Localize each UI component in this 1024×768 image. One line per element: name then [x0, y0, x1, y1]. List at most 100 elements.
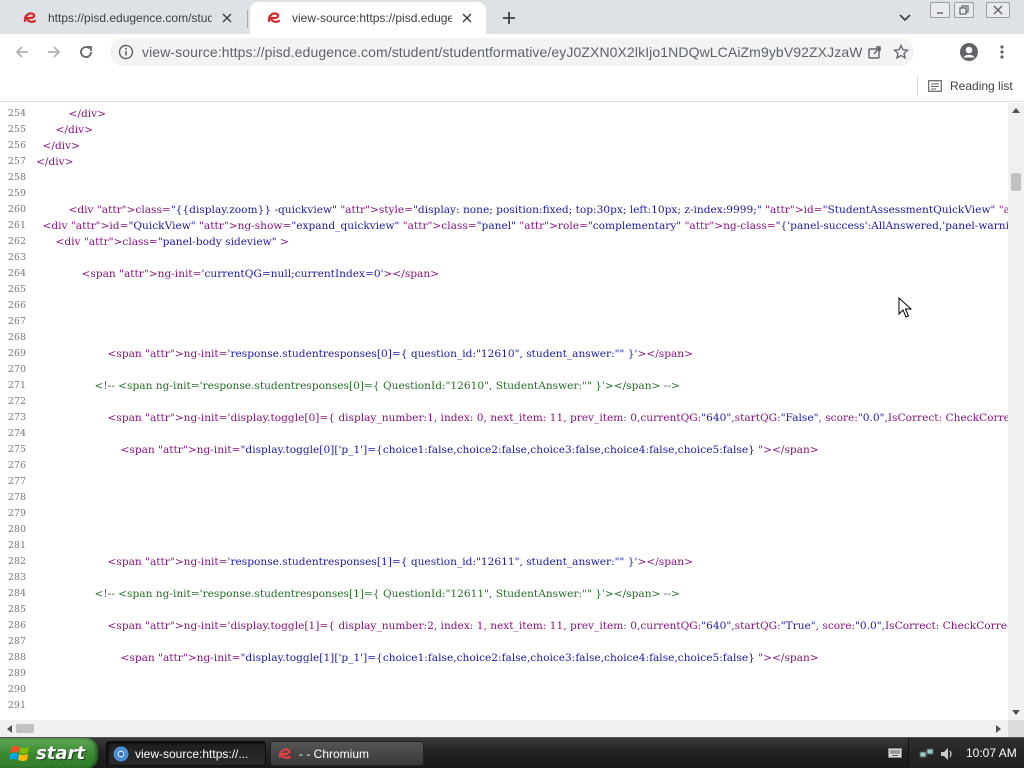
back-button[interactable]	[8, 38, 36, 66]
source-line: 254 </div>	[0, 106, 1008, 122]
line-number: 274	[7, 428, 26, 439]
source-line: 269 <span "attr">ng-init='response.studen…	[0, 346, 1008, 362]
scroll-right-icon[interactable]	[992, 720, 1006, 737]
source-line: 264 <span "attr">ng-init='currentQG=null;…	[0, 266, 1008, 282]
line-number: 271	[7, 380, 26, 391]
start-button[interactable]: start	[0, 738, 98, 768]
reload-icon	[80, 46, 92, 58]
scroll-down-icon[interactable]	[1008, 706, 1024, 720]
source-line: 268	[0, 330, 1008, 346]
source-line: 287	[0, 634, 1008, 650]
line-number: 291	[7, 700, 26, 711]
source-line: 277	[0, 474, 1008, 490]
close-window-button[interactable]	[986, 2, 1010, 18]
source-comment: <!-- <span ng-init='response.studentresp…	[94, 380, 680, 392]
taskbar-item-chromium[interactable]: - - Chromium	[270, 741, 424, 766]
reading-list-button[interactable]: Reading list	[928, 75, 1013, 97]
tab-close-icon[interactable]	[218, 9, 236, 27]
source-view[interactable]: 254 </div> 255 </div> 256 </div> 257 </div> 258 2…	[0, 103, 1008, 720]
source-code: </div>	[42, 140, 80, 152]
info-icon[interactable]	[118, 44, 134, 60]
reading-list-icon	[928, 80, 942, 92]
source-line: 288 <span "attr">ng-init="display.toggle[…	[0, 650, 1008, 666]
source-line: 283	[0, 570, 1008, 586]
source-code: <span "attr">ng-init='response.studentre…	[107, 348, 694, 360]
chevron-down-icon	[899, 14, 911, 22]
source-line: 258	[0, 170, 1008, 186]
line-number: 272	[7, 396, 26, 407]
tab-student-page[interactable]: https://pisd.edugence.com/student/	[6, 2, 246, 34]
taskbar-item-view-source[interactable]: view-source:https://...	[106, 741, 266, 766]
line-number: 287	[7, 636, 26, 647]
source-line: 266	[0, 298, 1008, 314]
source-line: 256 </div>	[0, 138, 1008, 154]
line-number: 285	[7, 604, 26, 615]
line-number: 277	[7, 476, 26, 487]
profile-avatar-icon	[960, 43, 978, 61]
source-line: 286 <span "attr">ng-init='display.toggle[…	[0, 618, 1008, 634]
source-line: 276	[0, 458, 1008, 474]
line-number: 262	[7, 236, 26, 247]
scroll-up-icon[interactable]	[1008, 103, 1024, 117]
source-line: 260 <div "attr">class="{{display.zoom}} -…	[0, 202, 1008, 218]
plus-icon	[503, 12, 515, 24]
minimize-button[interactable]	[930, 2, 950, 18]
source-line: 285	[0, 602, 1008, 618]
source-line: 255 </div>	[0, 122, 1008, 138]
tab-close-icon[interactable]	[458, 9, 476, 27]
bookmark-star-button[interactable]	[888, 39, 914, 65]
mouse-pointer-icon	[898, 297, 912, 318]
tab-search-button[interactable]	[894, 8, 916, 28]
volume-icon[interactable]	[939, 746, 955, 762]
kebab-menu-icon	[1000, 45, 1004, 59]
source-line: 289	[0, 666, 1008, 682]
restore-button[interactable]	[954, 2, 974, 18]
source-line: 284 <!-- <span ng-init='response.studentr…	[0, 586, 1008, 602]
source-line: 275 <span "attr">ng-init="display.toggle[…	[0, 442, 1008, 458]
bookmarks-divider	[917, 76, 918, 96]
source-line: 278	[0, 490, 1008, 506]
line-number: 279	[7, 508, 26, 519]
source-code: <span "attr">ng-init='response.studentre…	[107, 556, 694, 568]
menu-button[interactable]	[988, 38, 1016, 66]
tab-view-source[interactable]: view-source:https://pisd.edugence.c	[250, 2, 486, 34]
new-tab-button[interactable]	[496, 6, 522, 30]
scroll-left-icon[interactable]	[2, 720, 16, 737]
keyboard-icon[interactable]	[888, 747, 902, 759]
vertical-scroll-thumb[interactable]	[1011, 173, 1021, 191]
source-code: </div>	[55, 124, 93, 136]
source-code: <span "attr">ng-init='display.toggle[1]=…	[107, 620, 1009, 632]
edugence-favicon-icon	[23, 12, 37, 23]
chromium-icon	[113, 746, 129, 761]
source-line: 291	[0, 698, 1008, 714]
source-line: 271 <!-- <span ng-init='response.studentr…	[0, 378, 1008, 394]
clock: 10:07 AM	[966, 746, 1017, 760]
arrow-left-icon	[15, 46, 28, 58]
url-text[interactable]: view-source:https://pisd.edugence.com/st…	[142, 44, 862, 60]
line-number: 276	[7, 460, 26, 471]
source-comment: <!-- <span ng-init='response.studentresp…	[94, 588, 680, 600]
horizontal-scroll-thumb[interactable]	[16, 724, 34, 733]
tab-divider	[247, 10, 248, 28]
address-bar[interactable]: view-source:https://pisd.edugence.com/st…	[110, 38, 914, 66]
line-number: 269	[7, 348, 26, 359]
line-number: 263	[7, 252, 26, 263]
source-line: 272	[0, 394, 1008, 410]
edugence-favicon-icon	[267, 12, 281, 23]
profile-button[interactable]	[955, 38, 983, 66]
vertical-scrollbar[interactable]	[1008, 103, 1024, 720]
line-number: 261	[7, 220, 26, 231]
network-icon[interactable]	[919, 746, 935, 762]
reload-button[interactable]	[72, 38, 100, 66]
line-number: 264	[7, 268, 26, 279]
forward-button[interactable]	[40, 38, 68, 66]
line-number: 259	[7, 188, 26, 199]
source-line: 290	[0, 682, 1008, 698]
share-button[interactable]	[862, 39, 888, 65]
reading-list-label: Reading list	[950, 79, 1013, 93]
source-code: <span "attr">ng-init='display.toggle[0]=…	[107, 412, 1009, 424]
line-number: 278	[7, 492, 26, 503]
horizontal-scrollbar[interactable]	[0, 720, 1008, 737]
line-number: 275	[7, 444, 26, 455]
source-line: 274	[0, 426, 1008, 442]
